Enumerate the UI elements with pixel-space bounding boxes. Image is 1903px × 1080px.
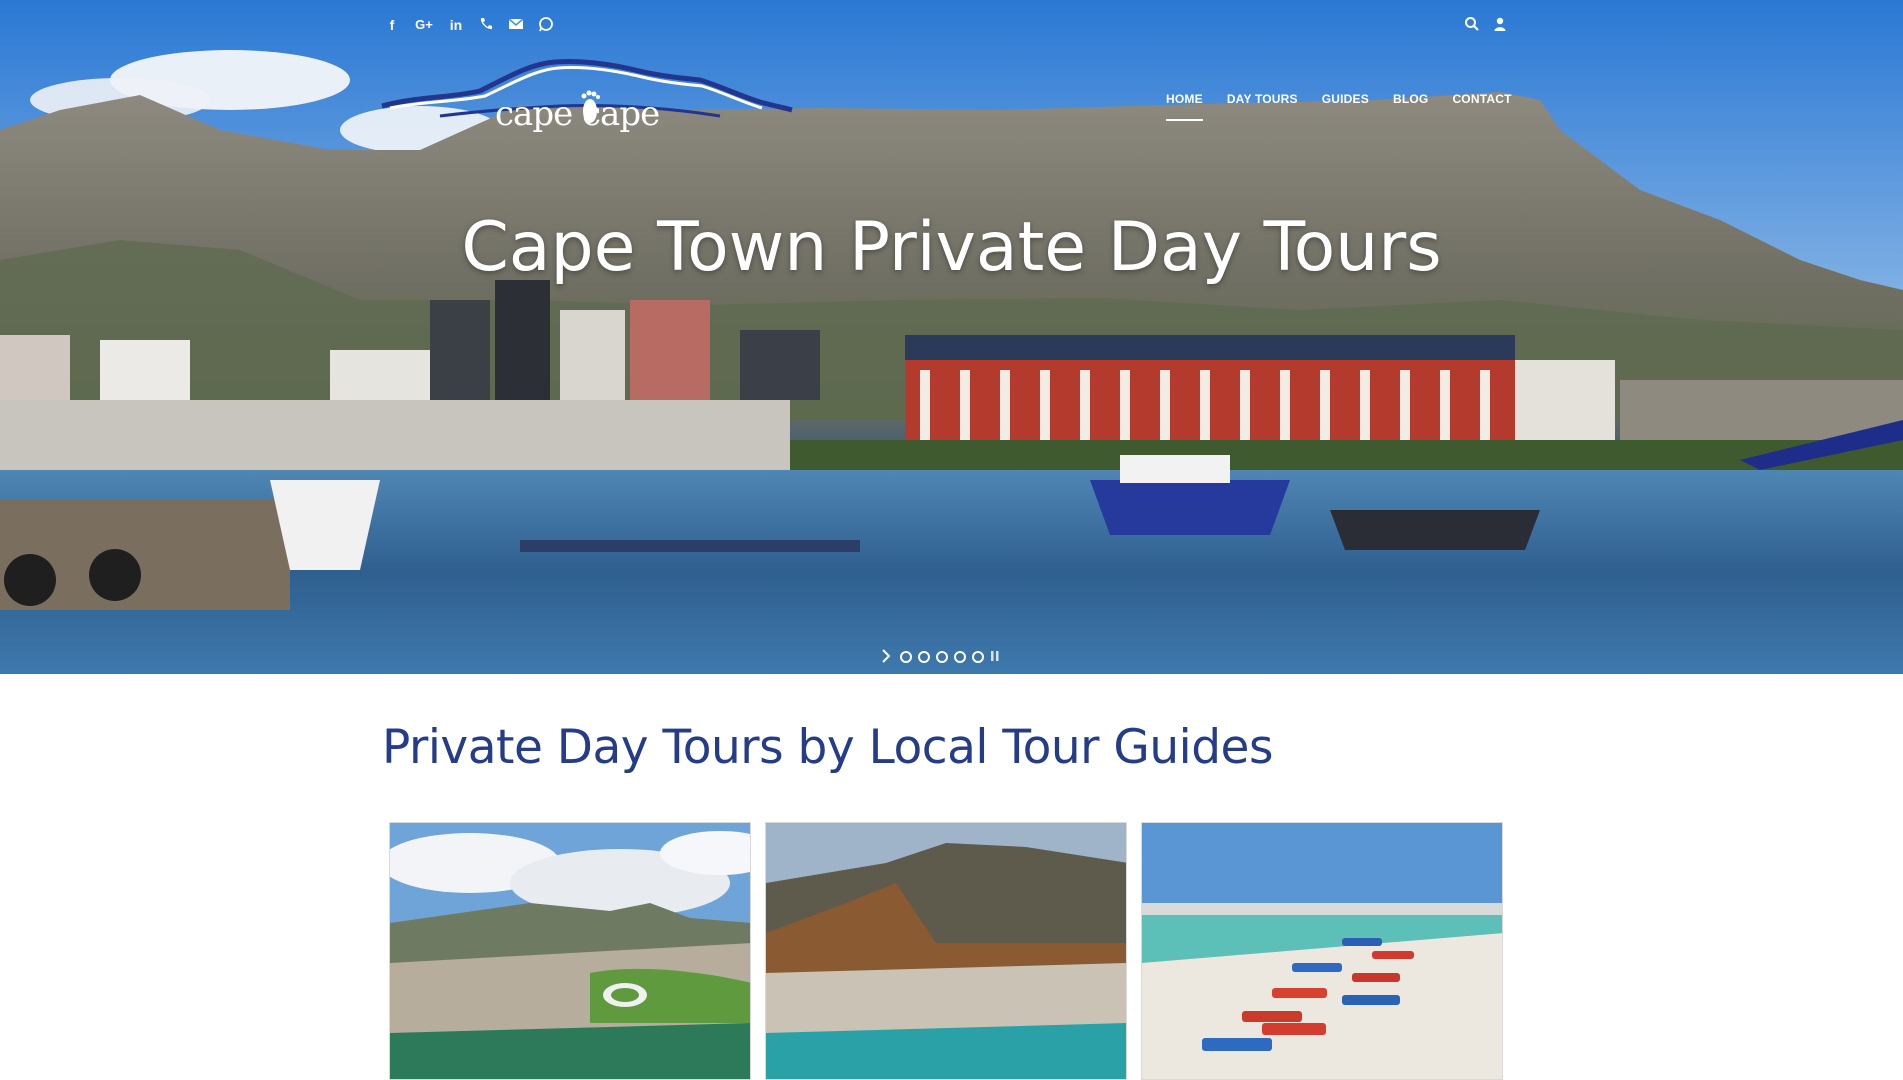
slide-dot[interactable]	[918, 651, 930, 663]
tour-card-image[interactable]	[765, 822, 1127, 1080]
slider-controls	[880, 648, 1000, 666]
user-icon[interactable]	[1492, 16, 1510, 34]
slide-dot[interactable]	[972, 651, 984, 663]
phone-icon[interactable]	[477, 16, 495, 34]
linkedin-icon[interactable]: in	[447, 16, 465, 34]
tour-card-image[interactable]	[1141, 822, 1503, 1080]
chevron-right-icon[interactable]	[880, 648, 894, 666]
slide-dot[interactable]	[954, 651, 966, 663]
pause-icon[interactable]	[990, 649, 1000, 666]
nav-item-day-tours[interactable]: DAY TOURS	[1227, 92, 1298, 122]
whatsapp-icon[interactable]	[537, 16, 555, 34]
section-title: Private Day Tours by Local Tour Guides	[382, 720, 1273, 775]
hero-image	[0, 0, 1903, 674]
slide-dot[interactable]	[900, 651, 912, 663]
tour-card-image[interactable]	[389, 822, 751, 1080]
facebook-icon[interactable]: f	[383, 16, 401, 34]
google-plus-icon[interactable]: G+	[413, 16, 435, 34]
tour-cards	[389, 822, 1503, 1080]
search-icon[interactable]	[1464, 16, 1482, 34]
site-logo[interactable]: cape cape	[380, 56, 795, 148]
social-links: f G+ in	[383, 16, 555, 34]
aerial-mountain-image	[766, 823, 1126, 1079]
hero-banner: f G+ in cape cape HOME DAY TOURS GUIDES …	[0, 0, 1903, 674]
hero-title: Cape Town Private Day Tours	[461, 208, 1442, 287]
slide-dot[interactable]	[936, 651, 948, 663]
utility-links	[1464, 16, 1510, 34]
email-icon[interactable]	[507, 16, 525, 34]
nav-item-home[interactable]: HOME	[1166, 92, 1203, 122]
main-nav: HOME DAY TOURS GUIDES BLOG CONTACT	[1166, 92, 1536, 122]
nav-item-guides[interactable]: GUIDES	[1322, 92, 1369, 122]
nav-item-contact[interactable]: CONTACT	[1452, 92, 1511, 122]
aerial-city-image	[390, 823, 750, 1079]
logo-text: cape cape	[495, 94, 660, 134]
beach-boats-image	[1142, 823, 1502, 1079]
nav-item-blog[interactable]: BLOG	[1393, 92, 1428, 122]
